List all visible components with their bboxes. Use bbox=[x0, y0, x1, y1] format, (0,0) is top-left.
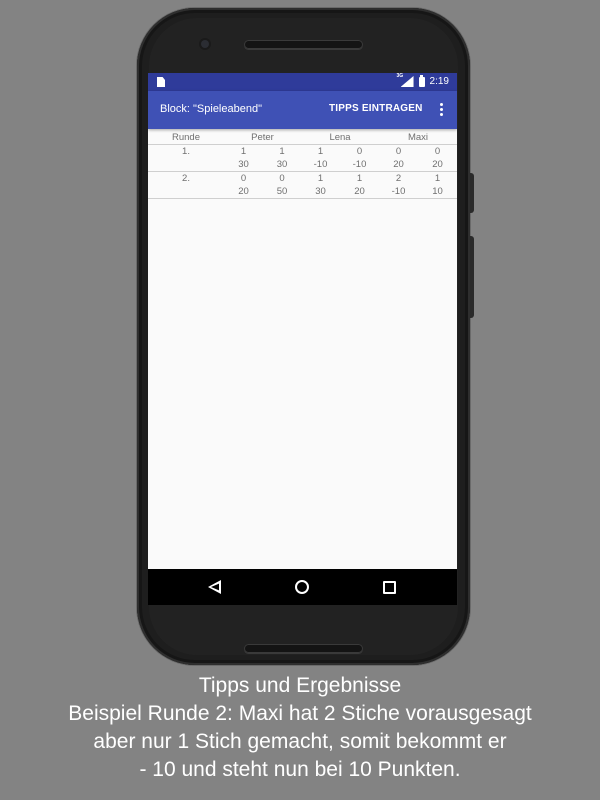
total-cell: -10 bbox=[340, 158, 380, 172]
caption-text: Tipps und Ergebnisse Beispiel Runde 2: M… bbox=[0, 672, 600, 784]
front-camera bbox=[201, 40, 209, 48]
home-icon[interactable] bbox=[295, 580, 309, 594]
back-icon[interactable] bbox=[208, 580, 221, 594]
status-time: 2:19 bbox=[429, 76, 449, 87]
volume-button bbox=[470, 173, 474, 213]
tipp-cell: 1 bbox=[356, 173, 363, 184]
result-cell: -10 bbox=[379, 185, 419, 199]
bottom-speaker bbox=[244, 644, 363, 653]
battery-icon bbox=[418, 74, 425, 87]
navigation-bar bbox=[148, 569, 457, 605]
result-cell: -10 bbox=[301, 158, 340, 172]
sim-card-icon bbox=[157, 77, 165, 87]
tipp-cell: 1 bbox=[240, 146, 247, 157]
top-speaker bbox=[244, 40, 363, 49]
tipp-cell: 1 bbox=[279, 146, 285, 157]
tipp-cell: 1 bbox=[317, 173, 324, 184]
result-cell: 20 bbox=[379, 158, 419, 172]
table-row[interactable]: 1. 1 1 1 0 0 0 bbox=[148, 145, 457, 159]
total-cell: 10 bbox=[418, 185, 457, 199]
round-label: 2. bbox=[182, 173, 190, 184]
result-cell: 20 bbox=[224, 185, 263, 199]
round-spacer bbox=[148, 158, 224, 172]
round-spacer bbox=[148, 185, 224, 199]
tipp-cell: 2 bbox=[395, 173, 402, 184]
result-cell: 30 bbox=[224, 158, 263, 172]
table-row[interactable]: 30 30 -10 -10 20 20 bbox=[148, 158, 457, 172]
recents-icon[interactable] bbox=[383, 581, 396, 594]
phone-screen: 3G 2:19 Block: "Spieleabend" TIPPS EINTR… bbox=[148, 73, 457, 605]
header-round: Runde bbox=[148, 130, 224, 145]
score-table: Runde Peter Lena Maxi 1. 1 1 1 0 0 0 30 … bbox=[148, 130, 457, 199]
tipps-eintragen-button[interactable]: TIPPS EINTRAGEN bbox=[329, 103, 423, 114]
power-button bbox=[470, 236, 474, 318]
status-icons: 3G 2:19 bbox=[397, 73, 449, 87]
total-cell: 30 bbox=[263, 158, 301, 172]
tipp-cell: 1 bbox=[434, 173, 441, 184]
tipp-cell: 0 bbox=[279, 173, 285, 184]
network-type: 3G bbox=[396, 73, 404, 79]
round-label: 1. bbox=[182, 146, 190, 157]
total-cell: 20 bbox=[340, 185, 380, 199]
overflow-menu-icon[interactable] bbox=[440, 103, 443, 116]
status-bar: 3G 2:19 bbox=[148, 73, 457, 91]
caption-line: Beispiel Runde 2: Maxi hat 2 Stiche vora… bbox=[68, 702, 532, 725]
table-header: Runde Peter Lena Maxi bbox=[148, 130, 457, 145]
total-cell: 20 bbox=[418, 158, 457, 172]
table-row[interactable]: 2. 0 0 1 1 2 1 bbox=[148, 172, 457, 186]
header-player-maxi: Maxi bbox=[379, 130, 457, 145]
signal-icon: 3G bbox=[397, 73, 414, 87]
tipp-cell: 0 bbox=[356, 146, 363, 157]
header-player-lena: Lena bbox=[301, 130, 380, 145]
header-player-peter: Peter bbox=[224, 130, 301, 145]
caption-line: aber nur 1 Stich gemacht, somit bekommt … bbox=[93, 730, 507, 753]
total-cell: 50 bbox=[263, 185, 301, 199]
tipp-cell: 0 bbox=[434, 146, 441, 157]
caption-line: - 10 und steht nun bei 10 Punkten. bbox=[139, 758, 461, 781]
tipp-cell: 1 bbox=[317, 146, 324, 157]
tipp-cell: 0 bbox=[240, 173, 247, 184]
result-cell: 30 bbox=[301, 185, 340, 199]
tipp-cell: 0 bbox=[395, 146, 402, 157]
table-row[interactable]: 20 50 30 20 -10 10 bbox=[148, 185, 457, 199]
caption-line: Tipps und Ergebnisse bbox=[198, 674, 402, 697]
block-title: Block: "Spieleabend" bbox=[160, 103, 262, 115]
app-bar: Block: "Spieleabend" TIPPS EINTRAGEN bbox=[148, 91, 457, 129]
